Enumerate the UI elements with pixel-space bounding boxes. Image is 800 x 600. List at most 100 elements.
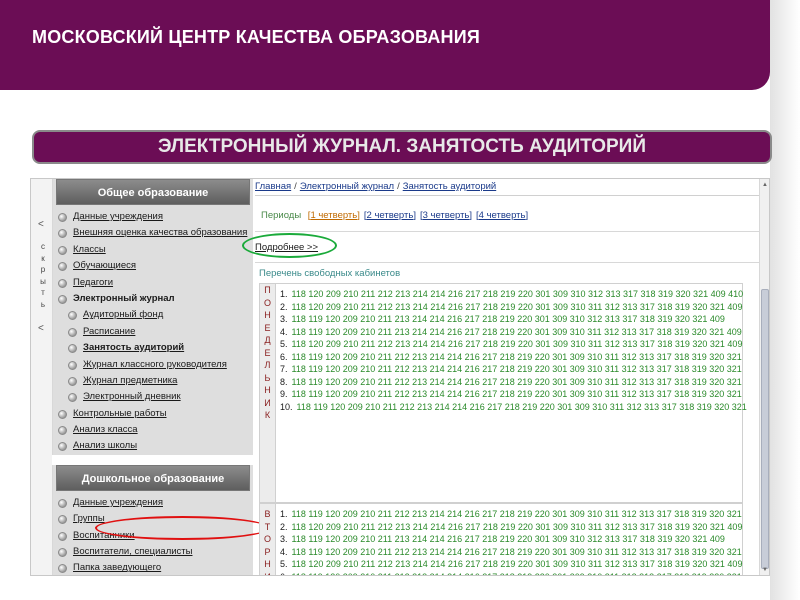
- free-rooms: 118 120 209 210 211 212 213 214 214 216 …: [291, 559, 743, 569]
- sidebar-item[interactable]: Электронный журнал: [53, 291, 253, 307]
- free-rooms: 118 119 120 209 210 211 213 214 214 216 …: [291, 314, 725, 324]
- sidebar-section-header[interactable]: Дошкольное образование: [56, 464, 250, 491]
- bullet-icon: [68, 393, 77, 403]
- sidebar-item[interactable]: Контрольные работы: [53, 406, 253, 422]
- lesson-row: 5. 118 120 209 210 211 212 213 214 214 21…: [280, 338, 747, 351]
- collapse-label-letter[interactable]: к: [39, 253, 47, 265]
- lesson-number: 5.: [280, 559, 288, 569]
- sidebar-item[interactable]: Занятость аудиторий: [53, 340, 253, 356]
- slide-header: МОСКОВСКИЙ ЦЕНТР КАЧЕСТВА ОБРАЗОВАНИЯ: [0, 0, 770, 90]
- lesson-number: 2.: [280, 301, 288, 312]
- lesson-row: 1. 118 120 209 210 211 212 213 214 214 21…: [280, 288, 747, 301]
- bullet-icon: [58, 564, 67, 574]
- free-rooms: 118 119 120 209 210 211 212 213 214 214 …: [291, 546, 742, 557]
- collapse-arrow-icon[interactable]: <: [38, 323, 44, 334]
- lesson-number: 3.: [280, 314, 288, 324]
- collapse-label-letter[interactable]: ь: [39, 299, 47, 311]
- sidebar-item[interactable]: Электронный дневник: [53, 389, 253, 405]
- sidebar-item[interactable]: Журнал классного руководителя: [53, 357, 253, 373]
- sidebar-item[interactable]: Обучающиеся: [53, 258, 253, 274]
- day-letter: Ь: [264, 372, 271, 383]
- sidebar-item-label: Анализ класса: [73, 424, 138, 436]
- day-letter: Н: [264, 310, 271, 320]
- collapse-label-letter[interactable]: р: [39, 264, 47, 276]
- period-link[interactable]: [2 четверть]: [364, 210, 416, 221]
- free-rooms: 118 120 209 210 211 212 213 214 214 216 …: [291, 521, 743, 532]
- free-rooms: 118 120 209 210 211 212 213 214 214 216 …: [291, 289, 744, 299]
- breadcrumb-separator: /: [294, 181, 297, 192]
- sidebar-item[interactable]: Классы: [53, 242, 253, 258]
- lesson-row: 2. 118 120 209 210 211 212 213 214 214 21…: [280, 521, 742, 534]
- side-shadow: [770, 0, 800, 600]
- free-rooms: 118 119 120 209 210 211 213 214 214 216 …: [291, 326, 742, 337]
- sidebar-item-label: Журнал классного руководителя: [83, 358, 227, 370]
- bullet-icon: [58, 262, 67, 272]
- period-link-label: 2 четверть: [366, 210, 414, 221]
- collapse-label-letter[interactable]: т: [39, 287, 47, 299]
- free-rooms-title: Перечень свободных кабинетов: [259, 268, 401, 279]
- free-rooms: 118 119 120 209 210 211 212 213 214 214 …: [291, 364, 742, 374]
- sidebar-divider: [52, 454, 254, 465]
- collapse-label-letter[interactable]: с: [39, 241, 47, 253]
- sidebar-item-label: Группы: [73, 513, 105, 525]
- breadcrumb-link[interactable]: Занятость аудиторий: [403, 181, 497, 192]
- divider: [255, 262, 759, 263]
- breadcrumb-link[interactable]: Электронный журнал: [300, 181, 394, 192]
- sidebar-item[interactable]: Данные учреждения: [53, 495, 253, 511]
- sidebar-menu: Данные учреждения Внешняя оценка качества…: [53, 205, 253, 455]
- sidebar-item[interactable]: Педагоги: [53, 275, 253, 291]
- lesson-number: 1.: [280, 509, 288, 519]
- lesson-number: 5.: [280, 339, 288, 349]
- breadcrumb: Главная / Электронный журнал / Занятость ауд…: [255, 181, 496, 192]
- free-rooms: 118 119 120 209 210 211 212 213 214 214 …: [291, 376, 742, 387]
- collapse-label[interactable]: скрыть: [39, 241, 47, 310]
- free-rooms: 118 119 120 209 210 211 212 213 214 214 …: [291, 389, 742, 399]
- sidebar-item-label: Педагоги: [73, 276, 114, 288]
- day-letter: Е: [264, 322, 271, 333]
- sidebar-section-header[interactable]: Общее образование: [56, 179, 250, 205]
- bullet-icon: [58, 426, 67, 436]
- sidebar-item[interactable]: Аудиторный фонд: [53, 307, 253, 323]
- lesson-row: 5. 118 120 209 210 211 212 213 214 214 21…: [280, 558, 742, 571]
- breadcrumb-separator: /: [397, 181, 400, 192]
- sidebar-item[interactable]: Воспитатели, специалисты: [53, 544, 253, 560]
- day-letter: Н: [264, 559, 271, 569]
- day-letter: Р: [264, 546, 271, 557]
- highlight-oval: [95, 516, 270, 540]
- collapse-arrow-icon[interactable]: <: [38, 219, 44, 230]
- period-link[interactable]: [3 четверть]: [420, 210, 472, 221]
- sidebar-item[interactable]: Расписание: [53, 324, 253, 340]
- sidebar-item[interactable]: Анализ школы: [53, 438, 253, 454]
- day-letter: Е: [264, 347, 271, 358]
- lesson-row: 6.118 119 120 209 210 211 212 213 214 21…: [280, 571, 742, 576]
- scroll-down-icon[interactable]: ▼: [761, 566, 769, 575]
- sidebar-item[interactable]: Журнал предметника: [53, 373, 253, 389]
- collapse-strip[interactable]: < скрыть <: [31, 179, 53, 575]
- lesson-number: 1.: [280, 289, 288, 299]
- sidebar-item[interactable]: Данные учреждения: [53, 209, 253, 225]
- scrollbar-thumb[interactable]: [761, 289, 769, 569]
- scroll-up-icon[interactable]: ▲: [761, 181, 769, 190]
- lesson-number: 6.: [280, 572, 288, 576]
- sidebar-item[interactable]: Папка заведующего: [53, 560, 253, 575]
- collapse-label-letter[interactable]: ы: [39, 276, 47, 288]
- highlight-oval: [242, 233, 337, 258]
- lesson-number: 4.: [280, 546, 288, 557]
- day-letter: К: [264, 410, 271, 420]
- day-letter: Д: [264, 335, 271, 345]
- app-screenshot: < скрыть < Общее образование Данные учре…: [30, 178, 770, 576]
- period-link[interactable]: [4 четверть]: [476, 210, 528, 221]
- sidebar-item[interactable]: Внешняя оценка качества образования: [53, 225, 253, 241]
- lesson-number: 9.: [280, 389, 288, 399]
- breadcrumb-link[interactable]: Главная: [255, 181, 291, 192]
- sidebar-item-label: Данные учреждения: [73, 211, 163, 222]
- lesson-row: 6.118 119 120 209 210 211 212 213 214 21…: [280, 351, 747, 364]
- lesson-row: 9. 118 119 120 209 210 211 212 213 214 21…: [280, 388, 747, 401]
- day-label-tuesday: ВТОРНИК: [260, 504, 276, 575]
- divider: [255, 195, 759, 196]
- divider: [255, 231, 759, 232]
- vertical-scrollbar[interactable]: ▲ ▼: [759, 179, 769, 575]
- lesson-row: 10. 118 119 120 209 210 211 212 213 214 2…: [280, 401, 747, 414]
- period-link[interactable]: [1 четверть]: [308, 210, 360, 221]
- sidebar-item[interactable]: Анализ класса: [53, 422, 253, 438]
